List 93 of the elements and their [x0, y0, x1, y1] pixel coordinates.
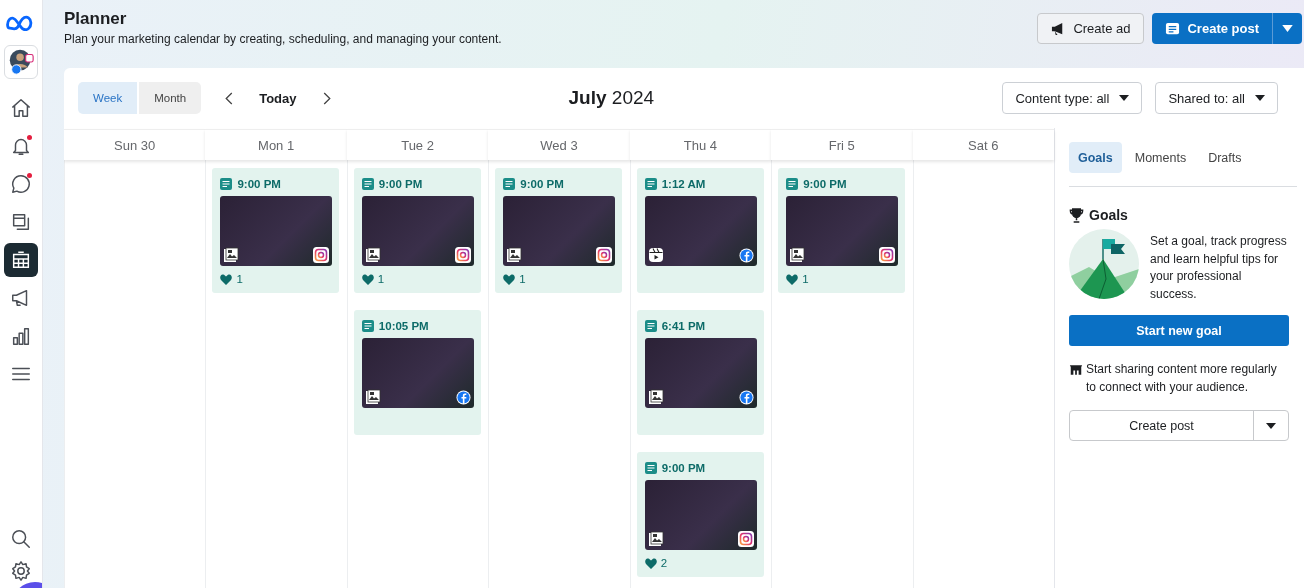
like-count: 1 — [519, 273, 526, 285]
facebook-icon — [738, 390, 754, 405]
document-icon — [644, 178, 657, 190]
post-card[interactable]: 1:12 AM — [636, 168, 764, 293]
heart-icon — [503, 273, 516, 285]
account-avatar-icon — [7, 48, 35, 76]
caret-icon — [1282, 25, 1293, 32]
calendar-grid-icon — [10, 249, 32, 271]
post-card[interactable]: 10:05 PM — [353, 310, 481, 435]
chevron-left-icon — [225, 91, 234, 105]
filter-dropdown[interactable]: Content type: all — [1002, 82, 1143, 114]
post-time: 9:00 PM — [520, 178, 564, 190]
instagram-icon — [454, 247, 471, 263]
month-title: July 2024 — [568, 87, 655, 109]
search-icon — [10, 528, 32, 550]
heart-icon — [786, 273, 799, 285]
photo-post-icon — [364, 389, 381, 405]
caret-icon — [1266, 422, 1276, 429]
day-header: Sun 30 — [64, 129, 206, 160]
heart-icon — [220, 273, 233, 285]
panel-tab[interactable]: Goals — [1069, 142, 1122, 173]
post-card[interactable]: 9:00 PM 1 — [495, 168, 623, 293]
create-ad-button[interactable]: Create ad — [1037, 13, 1145, 44]
chevron-right-icon — [322, 91, 331, 105]
instagram-icon — [596, 247, 613, 263]
post-time: 6:41 PM — [661, 320, 706, 332]
heart-icon — [644, 557, 657, 569]
post-card[interactable]: 6:41 PM — [636, 310, 764, 435]
post-time: 10:05 PM — [378, 320, 429, 332]
day-header: Mon 1 — [205, 129, 347, 160]
document-icon — [220, 178, 233, 190]
crowd-icon — [1069, 363, 1083, 376]
post-time: 9:00 PM — [237, 178, 281, 190]
photo-post-icon — [647, 389, 664, 405]
document-icon — [644, 320, 657, 332]
instagram-icon — [879, 247, 896, 263]
photo-post-icon — [647, 531, 664, 547]
panel-tab[interactable]: Moments — [1125, 142, 1196, 173]
photo-post-icon — [789, 247, 806, 263]
facebook-icon — [455, 390, 471, 405]
video-clapper-icon — [647, 247, 664, 263]
start-new-goal-button[interactable]: Start new goal — [1069, 315, 1289, 346]
bar-chart-icon — [10, 325, 32, 347]
post-icon — [1165, 21, 1181, 36]
caret-icon — [1255, 95, 1265, 101]
post-time: 9:00 PM — [378, 178, 423, 190]
post-time: 9:00 PM — [661, 462, 706, 474]
panel-tab[interactable]: Drafts — [1199, 142, 1251, 173]
goals-description: Set a goal, track progress and learn helpful tips for your professional success. — [1150, 233, 1288, 303]
today-button[interactable]: Today — [259, 90, 297, 106]
post-card[interactable]: 9:00 PM 1 — [353, 168, 481, 293]
day-header: Thu 4 — [629, 129, 772, 160]
document-icon — [361, 320, 374, 332]
chat-bubble-icon — [10, 173, 32, 195]
view-toggle[interactable]: Week — [78, 82, 138, 114]
instagram-icon — [737, 531, 754, 547]
document-icon — [644, 462, 657, 474]
filter-dropdown[interactable]: Shared to: all — [1155, 82, 1278, 114]
like-count: 1 — [377, 273, 385, 285]
trophy-icon — [1069, 207, 1084, 223]
stacked-windows-icon — [10, 211, 32, 233]
like-count: 2 — [660, 557, 668, 569]
like-count: 1 — [802, 273, 809, 285]
document-icon — [361, 178, 374, 190]
home-icon — [10, 97, 32, 119]
caret-icon — [1119, 95, 1130, 101]
goals-heading: Goals — [1089, 207, 1128, 223]
document-icon — [503, 178, 516, 190]
like-count: 1 — [236, 273, 243, 285]
post-card[interactable]: 9:00 PM 2 — [636, 452, 764, 577]
photo-post-icon — [506, 247, 523, 263]
day-header: Tue 2 — [346, 129, 489, 160]
post-card[interactable]: 9:00 PM 1 — [212, 168, 340, 293]
page-subtitle: Plan your marketing calendar by creating, scheduling, and managing your content. — [64, 32, 502, 46]
photo-post-icon — [364, 247, 381, 263]
day-header: Wed 3 — [488, 129, 630, 160]
photo-post-icon — [223, 247, 240, 263]
create-post-button[interactable]: Create post — [1152, 13, 1272, 44]
day-header: Sat 6 — [912, 129, 1054, 160]
post-card[interactable]: 9:00 PM 1 — [778, 168, 906, 293]
post-time: 9:00 PM — [803, 178, 847, 190]
day-header: Fri 5 — [771, 129, 913, 160]
page-title: Planner — [64, 9, 128, 29]
heart-icon — [361, 273, 374, 285]
instagram-icon — [313, 247, 330, 263]
settings-icon — [10, 560, 32, 582]
facebook-icon — [738, 248, 754, 263]
document-icon — [786, 178, 799, 190]
mountain-flag-illustration — [1069, 229, 1139, 299]
view-toggle[interactable]: Month — [139, 82, 202, 114]
sidebar-item[interactable] — [4, 243, 38, 277]
post-time: 1:12 AM — [661, 178, 706, 190]
tip-text: Start sharing content more regularly to connect with your audience. — [1086, 361, 1278, 396]
